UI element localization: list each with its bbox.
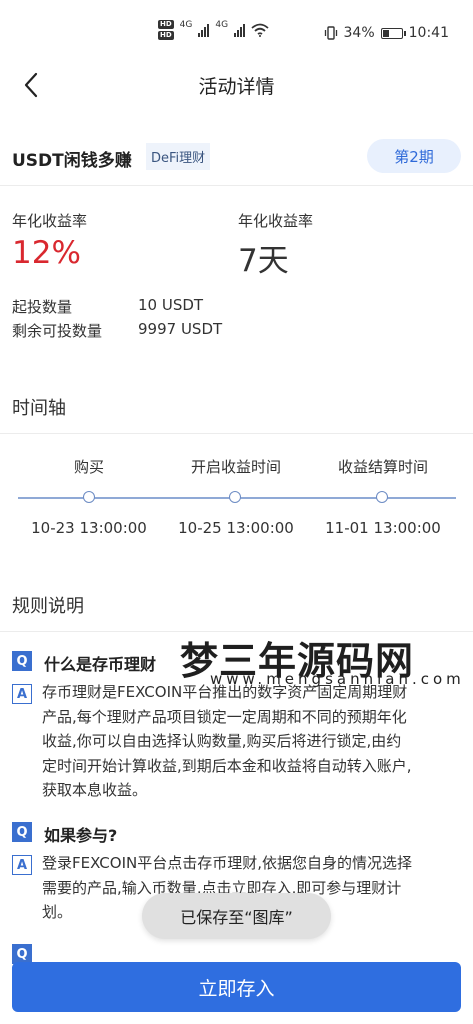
- timeline-title: 时间轴: [12, 398, 66, 419]
- battery-percent: 34%: [343, 25, 375, 41]
- hd-badge: HD: [158, 31, 174, 40]
- annual-rate-value: 12%: [12, 235, 81, 271]
- product-header: USDT闲钱多赚 DeFi理财 第2期: [0, 135, 473, 185]
- network-type-label: 4G: [179, 20, 193, 30]
- min-invest-label: 起投数量: [12, 298, 73, 316]
- hd-badge: HD: [158, 20, 174, 29]
- min-invest-value: 10 USDT: [138, 296, 204, 314]
- remaining-label: 剩余可投数量: [12, 322, 103, 340]
- answer-line: 产品,每个理财产品项目锁定一定周期和不同的预期年化: [42, 707, 407, 726]
- signal-icon: [234, 23, 246, 37]
- answer-icon: A: [12, 855, 32, 875]
- deposit-now-button[interactable]: 立即存入: [12, 962, 461, 1012]
- answer-line: 收益,你可以自由选择认购数量,购买后将进行锁定,由约: [42, 732, 402, 750]
- rate-left-label: 年化收益率: [12, 212, 88, 230]
- saved-toast: 已保存至“图库”: [142, 893, 331, 939]
- nav-bar: 活动详情: [0, 60, 473, 110]
- answer-icon: A: [12, 684, 32, 704]
- faq-question: 如果参与?: [44, 826, 118, 845]
- watermark-url: www.mengsannian.com: [210, 670, 465, 688]
- answer-line: 获取本息收益。: [42, 781, 148, 799]
- divider: [0, 185, 473, 186]
- hd-badges: HD HD: [158, 20, 174, 40]
- answer-line: 登录FEXCOIN平台点击存币理财,依据您自身的情况选择: [42, 854, 412, 872]
- status-bar: HD HD 4G 4G 34% 10:41: [0, 0, 473, 60]
- network-type-label: 4G: [215, 20, 229, 30]
- product-name: USDT闲钱多赚: [12, 151, 132, 171]
- timeline-dot: [83, 491, 95, 503]
- page-title: 活动详情: [198, 76, 275, 98]
- status-right: 34% 10:41: [324, 25, 449, 41]
- wifi-icon: [251, 23, 269, 37]
- timeline-label-settle: 收益结算时间: [337, 458, 428, 476]
- product-tag: DeFi理财: [146, 143, 211, 170]
- signal-icon: [198, 23, 210, 37]
- rate-right-label: 年化收益率: [238, 212, 314, 230]
- faq-question: 什么是存币理财: [44, 655, 157, 674]
- timeline-dot: [376, 491, 388, 503]
- timeline-label-buy: 购买: [73, 458, 104, 476]
- term-value: 7天: [238, 243, 289, 279]
- answer-line: 定时间开始计算收益,到期后本金和收益将自动转入账户,: [42, 756, 412, 775]
- period-badge: 第2期: [367, 139, 461, 173]
- clock: 10:41: [408, 25, 449, 41]
- vibrate-icon: [324, 26, 337, 40]
- signal-group: HD HD 4G 4G: [158, 20, 269, 40]
- question-icon: Q: [12, 651, 32, 671]
- timeline-dot: [229, 491, 241, 503]
- timeline-date-buy: 10-23 13:00:00: [31, 519, 147, 537]
- remaining-value: 9997 USDT: [138, 320, 223, 338]
- timeline-date-start: 10-25 13:00:00: [178, 519, 294, 537]
- question-icon: Q: [12, 944, 32, 964]
- battery-icon: [380, 27, 406, 39]
- faq-answer: 存币理财是FEXCOIN平台推出的数字资产固定周期理财 产品,每个理财产品项目锁…: [42, 680, 462, 803]
- rules-title: 规则说明: [12, 596, 84, 617]
- timeline-label-start: 开启收益时间: [190, 458, 281, 476]
- question-icon: Q: [12, 822, 32, 842]
- divider: [0, 433, 473, 434]
- timeline-date-settle: 11-01 13:00:00: [325, 519, 441, 537]
